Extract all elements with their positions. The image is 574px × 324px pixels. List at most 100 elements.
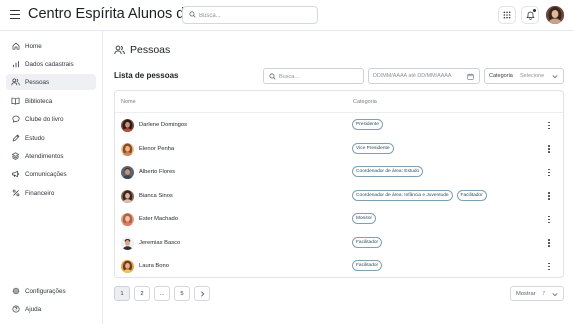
chevron-right-icon <box>200 290 204 297</box>
megaphone-icon <box>11 170 20 179</box>
menu-icon[interactable] <box>10 10 20 20</box>
category-badges: Monitor <box>352 213 380 224</box>
page-size-select[interactable]: Mostrar 7 <box>510 286 564 301</box>
sidebar-item-label: Atendimentos <box>25 152 64 160</box>
sidebar-item-atendimentos[interactable]: Atendimentos <box>6 148 96 164</box>
table-row[interactable]: Darlene Domingos Presidente <box>115 114 563 138</box>
category-badge: Facilitador <box>456 189 487 201</box>
table-row[interactable]: Jeremias Basco Facilitador <box>115 232 563 256</box>
chevron-down-icon <box>552 293 558 297</box>
table-row[interactable]: Alberto Flores Coordenador de área: Estu… <box>115 161 563 185</box>
row-menu-icon[interactable] <box>545 167 553 178</box>
help-circle-icon <box>11 305 20 314</box>
row-menu-icon[interactable] <box>545 144 553 155</box>
table-row[interactable]: Elenor Penha Vice Presidente <box>115 138 563 162</box>
global-search-input[interactable] <box>199 9 311 22</box>
sidebar-item-label: Home <box>25 42 42 50</box>
sidebar-item-label: Estudo <box>25 134 45 142</box>
person-name: Darlene Domingos <box>139 122 188 128</box>
avatar <box>121 142 134 156</box>
category-badge: Coordenador de área: Estudo <box>352 166 424 177</box>
sidebar-item-label: Ajuda <box>25 305 42 313</box>
category-badges: Presidente <box>352 119 387 130</box>
sidebar-item-financeiro[interactable]: Financeiro <box>6 185 96 201</box>
avatar <box>121 119 134 132</box>
row-menu-icon[interactable] <box>545 214 553 225</box>
notification-dot <box>533 9 536 12</box>
grid-icon <box>503 11 511 19</box>
search-icon <box>269 73 276 80</box>
date-range-placeholder: DD/MM/AAAA até DD/MM/AAAA <box>373 73 452 79</box>
person-name: Alberto Flores <box>139 169 176 175</box>
apps-grid-button[interactable] <box>498 6 516 24</box>
gear-icon <box>11 287 20 296</box>
date-range-filter[interactable]: DD/MM/AAAA até DD/MM/AAAA <box>368 68 480 84</box>
page-button-5[interactable]: 5 <box>174 286 190 301</box>
category-badges: Coordenador de área: Infância e Juventud… <box>352 189 491 201</box>
category-badge: Presidente <box>352 119 383 130</box>
users-icon <box>11 78 20 87</box>
people-search-input[interactable] <box>279 71 361 82</box>
category-select-value: Selecione <box>520 73 545 79</box>
calendar-icon <box>467 73 474 80</box>
users-icon <box>114 45 125 56</box>
layers-icon <box>11 152 20 161</box>
column-header-name: Nome <box>121 99 136 105</box>
avatar <box>121 236 134 250</box>
sidebar-item-label: Financeiro <box>25 189 55 197</box>
sidebar-item-dados-cadastrais[interactable]: Dados cadastrais <box>6 56 96 72</box>
pencil-icon <box>11 134 20 143</box>
avatar <box>121 166 134 179</box>
chat-bubble-icon <box>11 115 20 124</box>
table-row[interactable]: Bianca Sinos Coordenador de área: Infânc… <box>115 185 563 209</box>
global-search[interactable] <box>182 6 318 24</box>
category-badges: Facilitador <box>352 236 386 248</box>
chevron-down-icon <box>552 75 558 79</box>
row-menu-icon[interactable] <box>545 120 553 131</box>
page-size-label: Mostrar <box>516 291 536 297</box>
category-select[interactable]: Categoria Selecione <box>484 68 564 84</box>
pagination: 1 2 ... 5 <box>114 286 214 301</box>
top-bar: Centro Espírita Alunos do Bem <box>0 0 574 31</box>
page-title: Pessoas <box>130 44 171 56</box>
category-select-label: Categoria <box>489 73 513 79</box>
sidebar: Home Dados cadastrais Pessoas Biblioteca… <box>0 31 103 324</box>
user-avatar[interactable] <box>546 6 564 24</box>
page-button-1[interactable]: 1 <box>114 286 130 301</box>
category-badges: Facilitador <box>352 260 386 271</box>
sidebar-item-biblioteca[interactable]: Biblioteca <box>6 93 96 109</box>
person-name: Jeremias Basco <box>139 239 181 246</box>
sidebar-item-configuracoes[interactable]: Configurações <box>6 283 96 299</box>
page-button-2[interactable]: 2 <box>134 286 150 301</box>
next-page-button[interactable] <box>194 286 210 301</box>
row-menu-icon[interactable] <box>545 191 553 202</box>
page-header: Pessoas <box>114 44 170 56</box>
avatar <box>121 260 134 273</box>
notifications-button[interactable] <box>521 6 539 24</box>
row-menu-icon[interactable] <box>545 261 553 272</box>
person-name: Elenor Penha <box>139 145 175 152</box>
table-row[interactable]: Ester Machado Monitor <box>115 208 563 232</box>
people-table: Nome Categoria Darlene Domingos Presiden… <box>114 90 564 278</box>
category-badges: Vice Presidente <box>352 142 398 154</box>
category-badge: Vice Presidente <box>352 142 394 154</box>
sidebar-item-label: Pessoas <box>25 78 50 86</box>
sidebar-item-home[interactable]: Home <box>6 38 96 54</box>
sidebar-item-label: Comunicações <box>25 170 67 178</box>
sidebar-item-estudo[interactable]: Estudo <box>6 130 96 146</box>
sidebar-item-clube-do-livro[interactable]: Clube do livro <box>6 111 96 127</box>
table-row[interactable]: Laura Bono Facilitador <box>115 255 563 279</box>
row-menu-icon[interactable] <box>545 238 553 249</box>
category-badge: Facilitador <box>352 236 383 248</box>
sidebar-item-comunicacoes[interactable]: Comunicações <box>6 166 96 182</box>
category-badge: Facilitador <box>352 260 383 271</box>
people-search[interactable] <box>263 68 364 84</box>
category-badge: Coordenador de área: Infância e Juventud… <box>352 189 453 201</box>
category-badge: Monitor <box>352 213 376 224</box>
sidebar-item-pessoas[interactable]: Pessoas <box>6 74 96 90</box>
person-name: Ester Machado <box>139 216 178 222</box>
page-ellipsis[interactable]: ... <box>154 286 170 301</box>
avatar <box>121 213 134 226</box>
sidebar-item-ajuda[interactable]: Ajuda <box>6 301 96 317</box>
percent-icon <box>11 189 20 198</box>
